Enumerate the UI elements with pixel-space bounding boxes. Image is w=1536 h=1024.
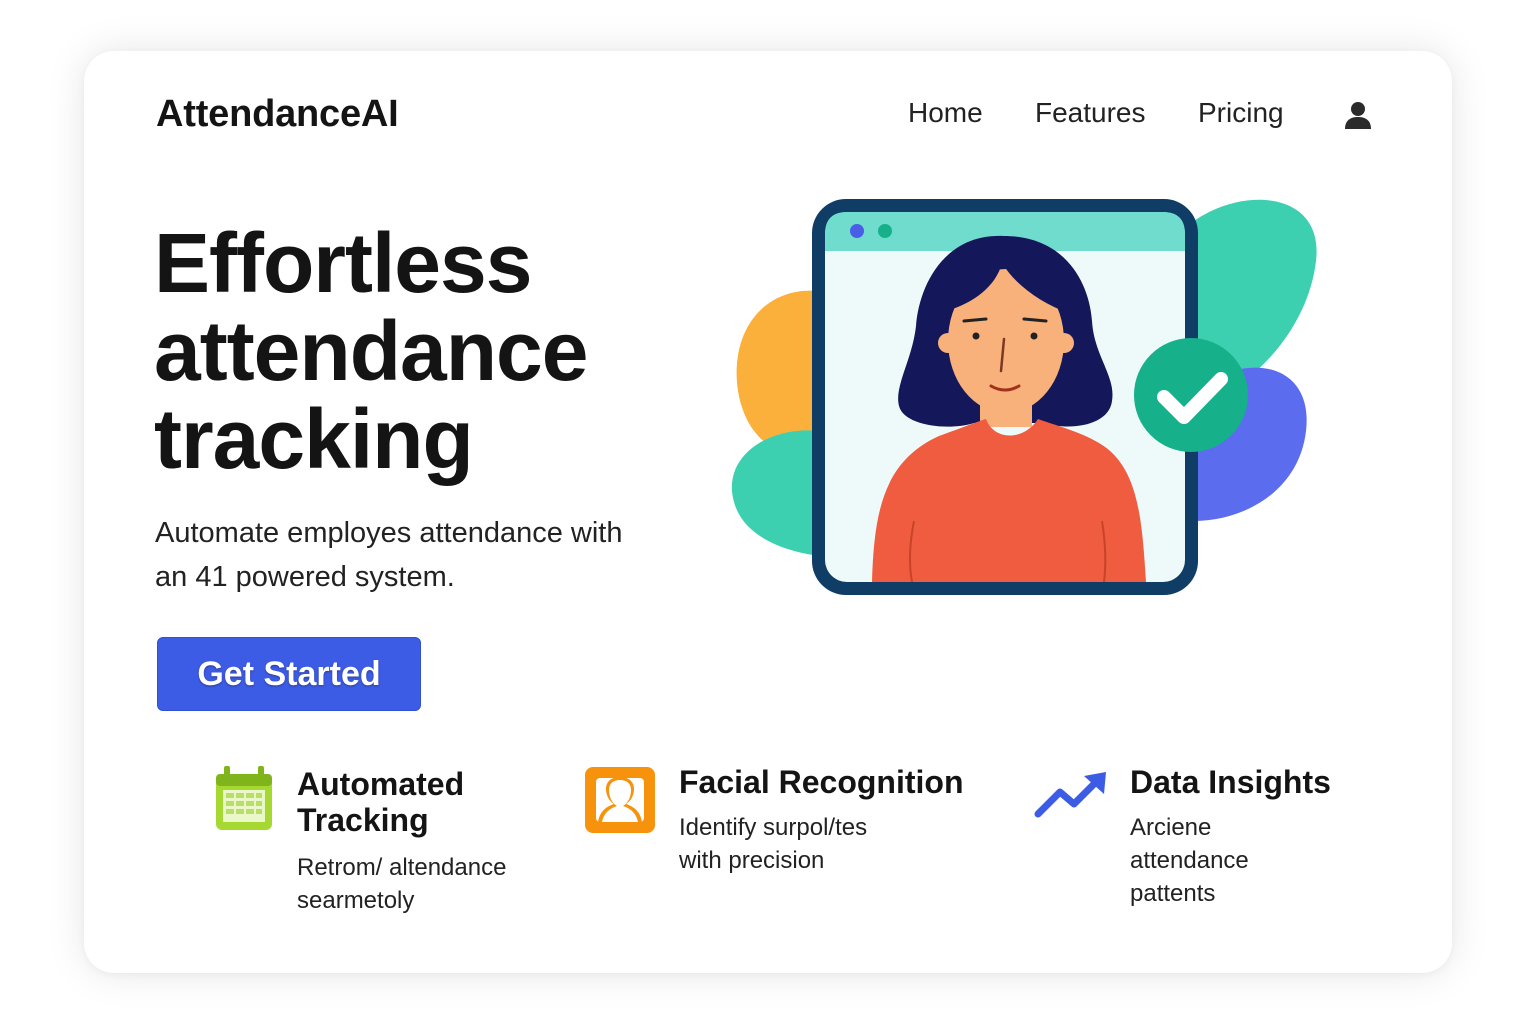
hero-illustration — [731, 199, 1317, 595]
checkmark-badge-icon — [1134, 338, 1248, 452]
feature-description: Identify surpol/tes with precision — [679, 811, 959, 877]
feature-title-line: Facial Recognition — [679, 764, 964, 800]
user-icon[interactable] — [1342, 99, 1374, 131]
feature-description: Retrom/ altendance searmetoly — [297, 851, 557, 917]
eyebrow-left — [962, 317, 988, 323]
hero-subtitle: Automate employes attendance with an 41 … — [155, 511, 695, 599]
nav-home[interactable]: Home — [908, 97, 983, 129]
face-frame-icon — [585, 767, 655, 833]
hero-title-line: attendance — [154, 304, 588, 398]
feature-desc-line: searmetoly — [297, 887, 415, 914]
hero-title-line: Effortless — [154, 216, 532, 310]
feature-desc-line: Identify surpol/tes — [679, 814, 868, 841]
nav-features[interactable]: Features — [1035, 97, 1146, 129]
feature-desc-line: Retrom/ altendance — [297, 854, 507, 881]
feature-desc-line: with precision — [679, 847, 825, 874]
nav-pricing[interactable]: Pricing — [1198, 97, 1284, 129]
calendar-icon — [216, 766, 272, 830]
person-ear — [938, 333, 958, 353]
feature-title: Facial Recognition — [679, 764, 999, 800]
feature-title-line: Automated — [297, 766, 465, 802]
feature-title-line: Data Insights — [1130, 764, 1331, 800]
blob-teal-left — [731, 430, 819, 556]
hero-title: Effortless attendance tracking — [154, 219, 714, 483]
trend-arrow-icon — [1034, 772, 1106, 818]
person-ear — [1054, 333, 1074, 353]
eye-left — [972, 332, 980, 340]
hero-subtitle-line: Automate employes attendance with — [155, 517, 623, 549]
landing-card: AttendanceAI Home Features Pricing Effor… — [84, 51, 1452, 973]
brand-logo[interactable]: AttendanceAI — [156, 93, 399, 136]
feature-description: Arciene attendance pattents — [1130, 811, 1350, 910]
feature-desc-line: pattents — [1130, 880, 1216, 907]
feature-title-line: Tracking — [297, 802, 429, 838]
hero-subtitle-line: an 41 powered system. — [155, 561, 455, 593]
feature-desc-line: attendance — [1130, 847, 1249, 874]
feature-desc-line: Arciene — [1130, 814, 1212, 841]
eyebrow-right — [1022, 317, 1048, 323]
feature-title: Data Insights — [1130, 764, 1390, 800]
get-started-button[interactable]: Get Started — [157, 637, 421, 711]
hero-title-line: tracking — [154, 392, 474, 486]
window-dot-green — [878, 224, 892, 238]
window-dot-blue — [850, 224, 864, 238]
eye-right — [1030, 332, 1038, 340]
feature-title: Automated Tracking — [297, 766, 537, 838]
